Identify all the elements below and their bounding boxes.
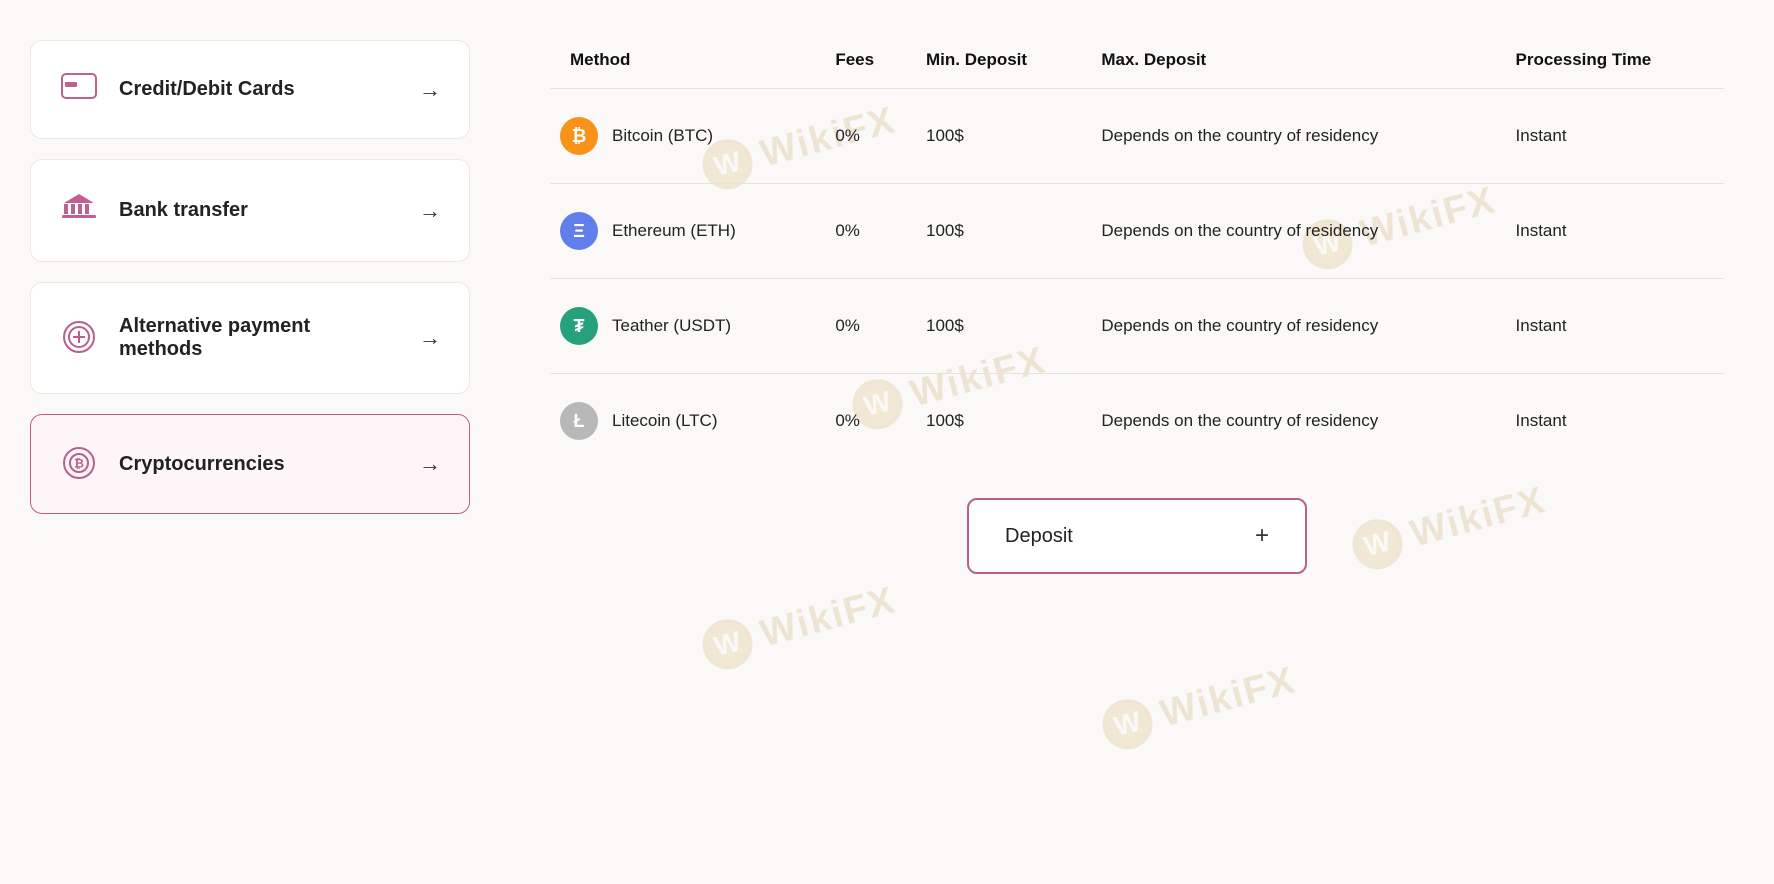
right-panel: Method Fees Min. Deposit Max. Deposit Pr… — [500, 0, 1774, 884]
processing-time-cell: Instant — [1502, 89, 1724, 184]
method-cell: Ξ Ethereum (ETH) — [560, 212, 807, 250]
svg-text:₿: ₿ — [74, 457, 84, 471]
payment-item-credit-debit[interactable]: Credit/Debit Cards → — [30, 40, 470, 139]
plus-icon: + — [1255, 522, 1269, 550]
method-name: Litecoin (LTC) — [612, 411, 718, 431]
fees-cell: 0% — [821, 89, 912, 184]
deposit-button[interactable]: Deposit + — [967, 498, 1307, 574]
max-deposit-cell: Depends on the country of residency — [1087, 184, 1501, 279]
alternative-label: Alternative payment methods — [119, 315, 399, 361]
left-panel: Credit/Debit Cards → Bank transfer → — [0, 0, 500, 884]
payment-item-crypto[interactable]: ₿ Cryptocurrencies → — [30, 414, 470, 514]
fees-cell: 0% — [821, 374, 912, 469]
bank-transfer-label: Bank transfer — [119, 199, 399, 222]
card-icon — [59, 73, 99, 106]
col-min-deposit: Min. Deposit — [912, 40, 1087, 89]
credit-debit-label: Credit/Debit Cards — [119, 78, 399, 101]
method-cell: ₿ Bitcoin (BTC) — [560, 117, 807, 155]
page-container: W WikiFX W WikiFX W WikiFX W WikiFX W Wi… — [0, 0, 1774, 884]
processing-time-cell: Instant — [1502, 184, 1724, 279]
table-header-row: Method Fees Min. Deposit Max. Deposit Pr… — [550, 40, 1724, 89]
eth-icon: Ξ — [560, 212, 598, 250]
deposit-button-row: Deposit + — [550, 498, 1724, 574]
fees-cell: 0% — [821, 184, 912, 279]
table-row: ₿ Bitcoin (BTC) 0% 100$ Depends on the c… — [550, 89, 1724, 184]
alt-payment-icon — [59, 321, 99, 356]
col-processing-time: Processing Time — [1502, 40, 1724, 89]
crypto-table: Method Fees Min. Deposit Max. Deposit Pr… — [550, 40, 1724, 468]
bank-icon — [59, 192, 99, 229]
payment-item-alternative[interactable]: Alternative payment methods → — [30, 282, 470, 394]
min-deposit-cell: 100$ — [912, 374, 1087, 469]
min-deposit-cell: 100$ — [912, 279, 1087, 374]
method-cell: ₮ Teather (USDT) — [560, 307, 807, 345]
processing-time-cell: Instant — [1502, 374, 1724, 469]
payment-item-bank-transfer[interactable]: Bank transfer → — [30, 159, 470, 262]
min-deposit-cell: 100$ — [912, 184, 1087, 279]
col-max-deposit: Max. Deposit — [1087, 40, 1501, 89]
crypto-arrow: → — [419, 451, 441, 477]
alternative-arrow: → — [419, 325, 441, 351]
table-row: Ξ Ethereum (ETH) 0% 100$ Depends on the … — [550, 184, 1724, 279]
usdt-icon: ₮ — [560, 307, 598, 345]
fees-cell: 0% — [821, 279, 912, 374]
credit-debit-arrow: → — [419, 77, 441, 103]
table-row: ₮ Teather (USDT) 0% 100$ Depends on the … — [550, 279, 1724, 374]
method-name: Bitcoin (BTC) — [612, 126, 713, 146]
method-name: Ethereum (ETH) — [612, 221, 736, 241]
max-deposit-cell: Depends on the country of residency — [1087, 374, 1501, 469]
method-cell: Ł Litecoin (LTC) — [560, 402, 807, 440]
col-method: Method — [550, 40, 821, 89]
ltc-icon: Ł — [560, 402, 598, 440]
min-deposit-cell: 100$ — [912, 89, 1087, 184]
max-deposit-cell: Depends on the country of residency — [1087, 89, 1501, 184]
table-row: Ł Litecoin (LTC) 0% 100$ Depends on the … — [550, 374, 1724, 469]
bank-transfer-arrow: → — [419, 198, 441, 224]
col-fees: Fees — [821, 40, 912, 89]
deposit-label: Deposit — [1005, 525, 1073, 548]
btc-icon: ₿ — [560, 117, 598, 155]
crypto-label: Cryptocurrencies — [119, 453, 399, 476]
crypto-icon: ₿ — [59, 447, 99, 481]
processing-time-cell: Instant — [1502, 279, 1724, 374]
method-name: Teather (USDT) — [612, 316, 731, 336]
max-deposit-cell: Depends on the country of residency — [1087, 279, 1501, 374]
